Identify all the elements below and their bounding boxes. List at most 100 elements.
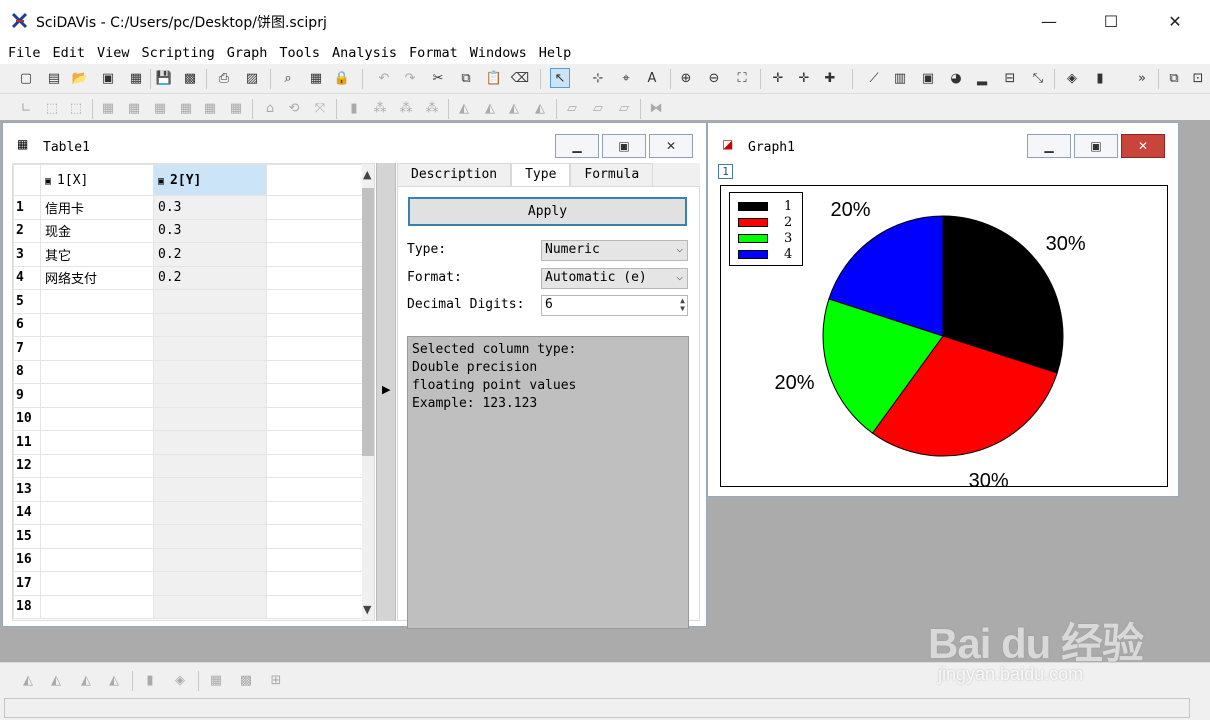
decimal-digits-spinbox[interactable]: 6 ▲ ▼	[541, 295, 688, 316]
table-row[interactable]: 16	[13, 547, 363, 572]
cell-x[interactable]	[40, 571, 154, 596]
zoom-in-icon[interactable]: ⊕	[676, 68, 696, 88]
grid-right-icon[interactable]: ▦	[150, 98, 170, 118]
cell-empty[interactable]	[266, 477, 363, 502]
table-row[interactable]: 5	[13, 289, 363, 314]
table-row[interactable]: 2 现金 0.3	[13, 218, 363, 243]
table-row[interactable]: 17	[13, 571, 363, 596]
cell-empty[interactable]	[266, 571, 363, 596]
cell-x[interactable]: 其它	[40, 242, 154, 267]
delete-selection-icon[interactable]: ⌫	[510, 68, 530, 88]
cell-empty[interactable]	[266, 594, 363, 619]
table-row[interactable]: 7	[13, 336, 363, 361]
cell-x[interactable]	[40, 594, 154, 619]
grid-front-icon[interactable]: ▦	[176, 98, 196, 118]
tab-formula[interactable]: Formula	[570, 163, 654, 186]
cell-x[interactable]	[40, 477, 154, 502]
table-row[interactable]: 10	[13, 406, 363, 431]
cell-empty[interactable]	[266, 430, 363, 455]
table-row[interactable]: 3 其它 0.2	[13, 242, 363, 267]
plot-3d-icon[interactable]: ◈	[1062, 68, 1082, 88]
data-point-icon[interactable]: ✛	[794, 68, 814, 88]
import-data-icon[interactable]: ▦	[126, 68, 146, 88]
new-file-icon[interactable]: ▤	[44, 68, 64, 88]
polygon-fill-icon[interactable]: ◭	[504, 98, 524, 118]
bars-3d-icon[interactable]: ▮	[140, 670, 160, 690]
floor-empty-icon[interactable]: ▱	[614, 98, 634, 118]
menu-view[interactable]: View	[91, 42, 136, 64]
cell-x[interactable]	[40, 336, 154, 361]
line-plot-icon[interactable]: ⟋	[864, 68, 884, 88]
cell-y[interactable]	[153, 571, 267, 596]
points-3d-icon[interactable]: ⁂	[370, 98, 390, 118]
grid-back-icon[interactable]: ▦	[98, 98, 118, 118]
arrange-icon[interactable]: ⧉	[1164, 68, 1184, 88]
cell-x[interactable]	[40, 383, 154, 408]
zoom-area-icon[interactable]: ⊹	[588, 68, 608, 88]
toolbar-overflow-icon[interactable]: »	[1132, 68, 1152, 88]
pie-chart-icon[interactable]: ◕	[946, 68, 966, 88]
ribbon-icon[interactable]: ▮	[1090, 68, 1110, 88]
data-reader-icon[interactable]: ⌖	[616, 68, 636, 88]
cell-x[interactable]	[40, 500, 154, 525]
pointer-icon[interactable]: ↖	[550, 68, 570, 88]
apply-button[interactable]: Apply	[408, 197, 687, 226]
cell-y[interactable]	[153, 477, 267, 502]
table-row[interactable]: 4 网络支付 0.2	[13, 265, 363, 290]
cell-x[interactable]	[40, 359, 154, 384]
histogram-icon[interactable]: ▂	[972, 68, 992, 88]
print-icon[interactable]: ⎙	[214, 68, 234, 88]
cell-empty[interactable]	[266, 289, 363, 314]
cell-empty[interactable]	[266, 547, 363, 572]
cell-y[interactable]: 0.3	[153, 218, 267, 243]
menu-graph[interactable]: Graph	[221, 42, 274, 64]
project-explorer-icon[interactable]: ⌕	[278, 68, 298, 88]
undo-icon[interactable]: ↶	[374, 68, 394, 88]
cell-empty[interactable]	[266, 242, 363, 267]
cell-y[interactable]: 0.3	[153, 195, 267, 220]
spin-arrows-icon[interactable]: ▲ ▼	[680, 297, 685, 313]
type-select[interactable]: Numeric ⌵	[541, 240, 688, 261]
save-icon[interactable]: 💾	[154, 68, 174, 88]
matrix-values-icon[interactable]: ▩	[236, 670, 256, 690]
crosses-3d-icon[interactable]: ⁂	[396, 98, 416, 118]
table-minimize-button[interactable]: ▁	[555, 134, 599, 158]
cones-3d-icon[interactable]: ⁂	[422, 98, 442, 118]
screen-reader-icon[interactable]: ✛	[768, 68, 788, 88]
cell-empty[interactable]	[266, 383, 363, 408]
add-text-icon[interactable]: A	[642, 68, 662, 88]
cell-x[interactable]: 网络支付	[40, 265, 154, 290]
matrix-grid-icon[interactable]: ▦	[206, 670, 226, 690]
filled-mesh-icon[interactable]: ◭	[104, 670, 124, 690]
cell-empty[interactable]	[266, 312, 363, 337]
table-row[interactable]: 11	[13, 430, 363, 455]
cell-y[interactable]	[153, 406, 267, 431]
table-row[interactable]: 9	[13, 383, 363, 408]
cell-y[interactable]	[153, 359, 267, 384]
vertical-scrollbar[interactable]: ▲ ▼	[362, 164, 374, 620]
cell-x[interactable]	[40, 312, 154, 337]
scroll-up-icon[interactable]: ▲	[363, 168, 371, 181]
cell-y[interactable]	[153, 289, 267, 314]
graph-minimize-button[interactable]: ▁	[1027, 134, 1071, 158]
cell-x[interactable]	[40, 524, 154, 549]
bars-3d-icon[interactable]: ▮	[344, 98, 364, 118]
table-row[interactable]: 6	[13, 312, 363, 337]
grid-floor-icon[interactable]: ▦	[226, 98, 246, 118]
cell-y[interactable]: 0.2	[153, 242, 267, 267]
maximize-button[interactable]: ☐	[1088, 0, 1134, 42]
cell-y[interactable]	[153, 500, 267, 525]
format-select[interactable]: Automatic (e) ⌵	[541, 268, 688, 289]
axes-3d-icon[interactable]: ∟	[16, 98, 36, 118]
perspective-icon[interactable]: ⌂	[260, 98, 280, 118]
table-row[interactable]: 8	[13, 359, 363, 384]
table-row[interactable]: 15	[13, 524, 363, 549]
save-as-icon[interactable]: ▩	[180, 68, 200, 88]
table-row[interactable]: 18	[13, 594, 363, 619]
box-frame-icon[interactable]: ⬚	[42, 98, 62, 118]
open-project-icon[interactable]: 📂	[70, 68, 90, 88]
graph-close-button[interactable]: ✕	[1121, 134, 1165, 158]
cell-empty[interactable]	[266, 336, 363, 361]
reset-rotation-icon[interactable]: ⟲	[284, 98, 304, 118]
menu-format[interactable]: Format	[403, 42, 464, 64]
